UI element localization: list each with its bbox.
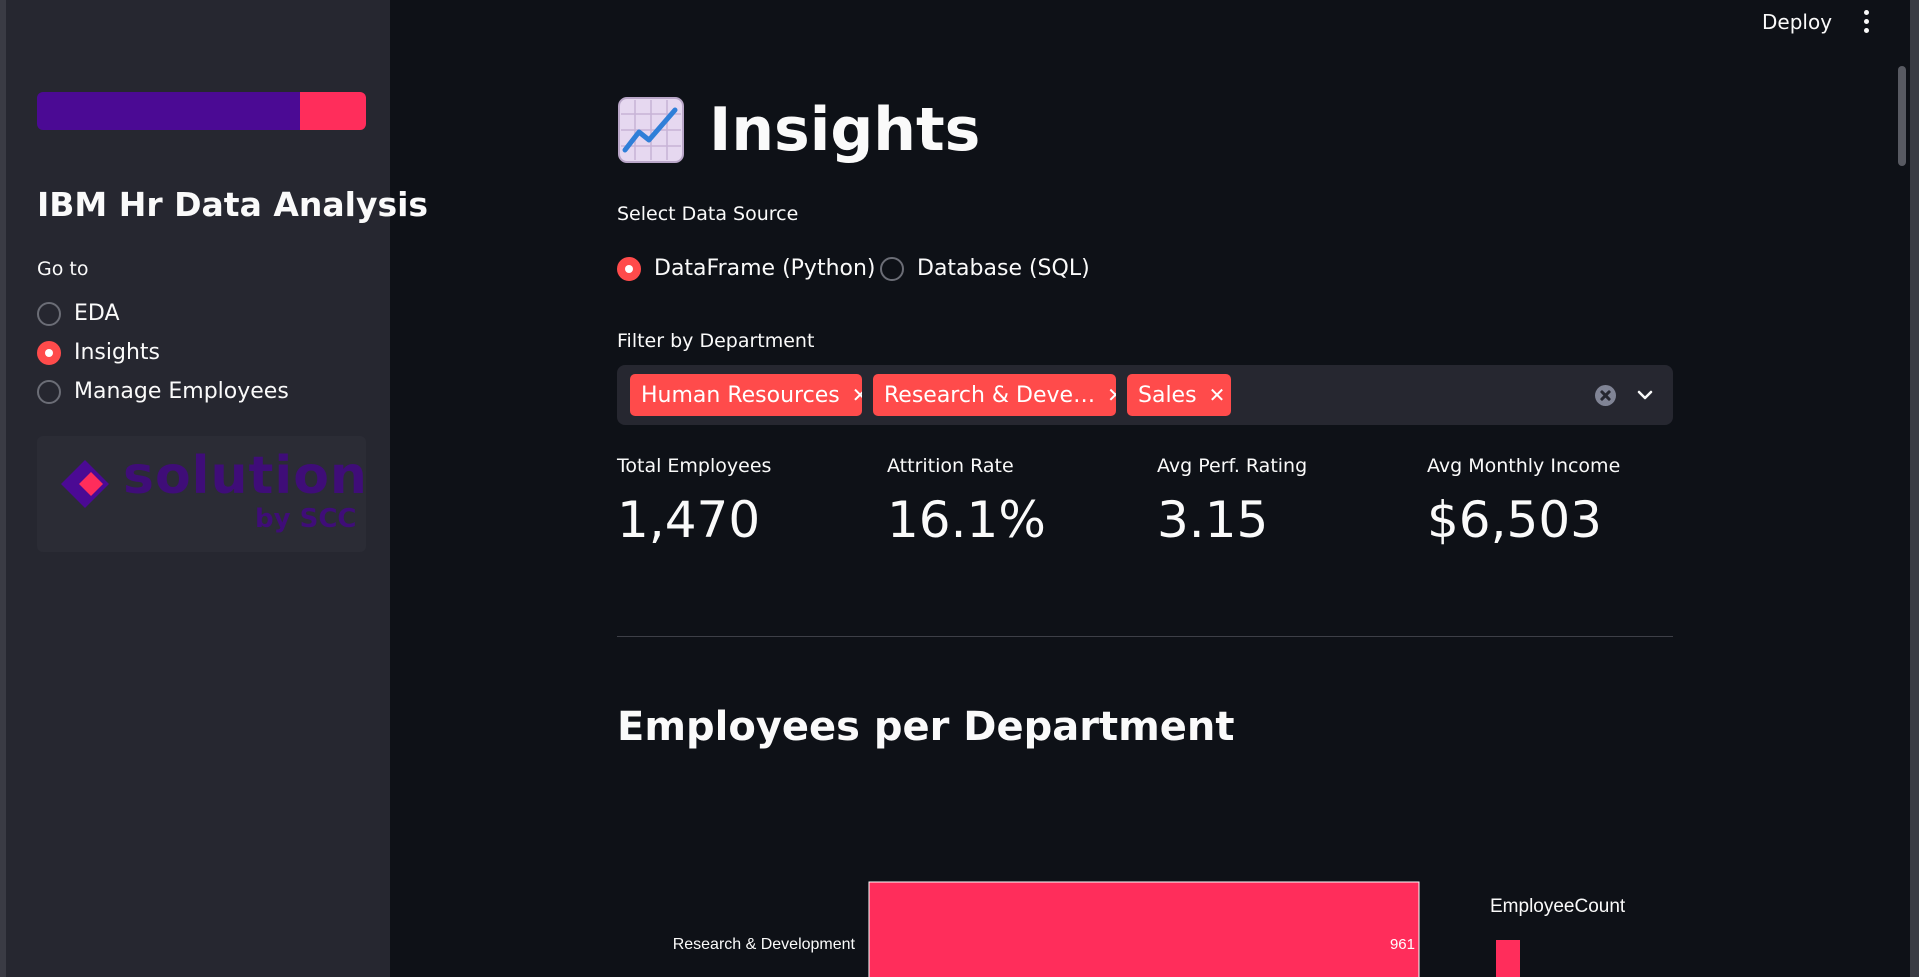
radio-dataframe[interactable]: DataFrame (Python) (617, 256, 876, 281)
chart-legend-title: EmployeeCount (1490, 896, 1626, 917)
page-title-text: Insights (709, 95, 981, 165)
chart-category-label: Research & Development (673, 936, 856, 953)
chip-label: Human Resources (641, 382, 840, 408)
diamond-logo-icon (61, 460, 109, 508)
radio-checked-icon[interactable] (37, 340, 61, 365)
chart-increasing-icon (618, 97, 684, 163)
logo-banner-purple (37, 92, 300, 130)
chip-remove-icon[interactable]: ✕ (852, 383, 862, 407)
radio-unchecked-icon[interactable] (37, 301, 61, 326)
department-bar-chart: Research & Development 961 EmployeeCount (673, 881, 1626, 977)
nav-radio-manage-employees[interactable]: Manage Employees (37, 379, 289, 404)
metric-value: 16.1% (887, 491, 1046, 549)
radio-unchecked-icon[interactable] (880, 256, 904, 281)
window-edge (1910, 0, 1919, 977)
chip-research-development[interactable]: Research & Deve… ✕ (873, 374, 1116, 416)
page-title: Insights (617, 95, 980, 165)
chart-legend-swatch (1496, 940, 1520, 977)
scrollbar-thumb[interactable] (1898, 66, 1906, 166)
radio-database[interactable]: Database (SQL) (880, 256, 1090, 281)
logo-subtext: by SCC (255, 504, 357, 534)
chip-human-resources[interactable]: Human Resources ✕ (630, 374, 862, 416)
metric-label: Avg Perf. Rating (1157, 455, 1308, 477)
radio-label: DataFrame (Python) (654, 256, 876, 281)
chip-label: Research & Deve… (884, 382, 1096, 408)
metric-value: 1,470 (617, 491, 761, 549)
sidebar: IBM Hr Data Analysis Go to EDA Insights … (0, 0, 428, 977)
nav-radio-insights[interactable]: Insights (37, 340, 160, 365)
sidebar-title: IBM Hr Data Analysis (37, 185, 429, 224)
data-source-label: Select Data Source (617, 203, 799, 225)
logo-banner-pink (300, 92, 366, 130)
radio-label: Database (SQL) (917, 256, 1090, 281)
section-title: Employees per Department (617, 704, 1235, 750)
metric-total-employees: Total Employees 1,470 (617, 455, 771, 549)
logo-text: solutions (123, 446, 366, 506)
solutions-logo: solutions by SCC (37, 436, 366, 552)
nav-radio-label: Manage Employees (74, 379, 289, 404)
chip-label: Sales (1138, 382, 1197, 408)
divider (617, 636, 1673, 637)
department-multiselect[interactable]: Human Resources ✕ Research & Deve… ✕ Sal… (617, 365, 1673, 425)
clear-all-icon[interactable] (1595, 385, 1616, 406)
metric-attrition-rate: Attrition Rate 16.1% (887, 455, 1046, 549)
logo-banner (37, 92, 366, 130)
nav-radio-label: EDA (74, 301, 120, 326)
deploy-button[interactable]: Deploy (1762, 10, 1832, 34)
metric-value: $6,503 (1427, 491, 1602, 549)
metric-value: 3.15 (1157, 491, 1269, 549)
department-filter-label: Filter by Department (617, 330, 815, 352)
more-menu-icon[interactable] (1858, 10, 1874, 34)
metric-label: Attrition Rate (887, 455, 1014, 477)
chip-sales[interactable]: Sales ✕ (1127, 374, 1231, 416)
radio-unchecked-icon[interactable] (37, 379, 61, 404)
chart-data-label: 961 (1390, 936, 1415, 953)
chart-bar[interactable] (868, 881, 1420, 977)
radio-checked-icon[interactable] (617, 256, 641, 281)
metric-avg-monthly-income: Avg Monthly Income $6,503 (1427, 455, 1620, 549)
app: IBM Hr Data Analysis Go to EDA Insights … (0, 0, 1919, 977)
metric-label: Total Employees (617, 455, 772, 477)
chip-remove-icon[interactable]: ✕ (1107, 383, 1116, 407)
metric-label: Avg Monthly Income (1427, 455, 1621, 477)
chevron-down-icon[interactable] (1633, 383, 1657, 407)
chip-remove-icon[interactable]: ✕ (1209, 383, 1226, 407)
nav-radio-label: Insights (74, 340, 161, 365)
nav-radio-eda[interactable]: EDA (37, 301, 120, 326)
metric-avg-perf-rating: Avg Perf. Rating 3.15 (1157, 455, 1307, 549)
nav-label: Go to (37, 258, 89, 280)
